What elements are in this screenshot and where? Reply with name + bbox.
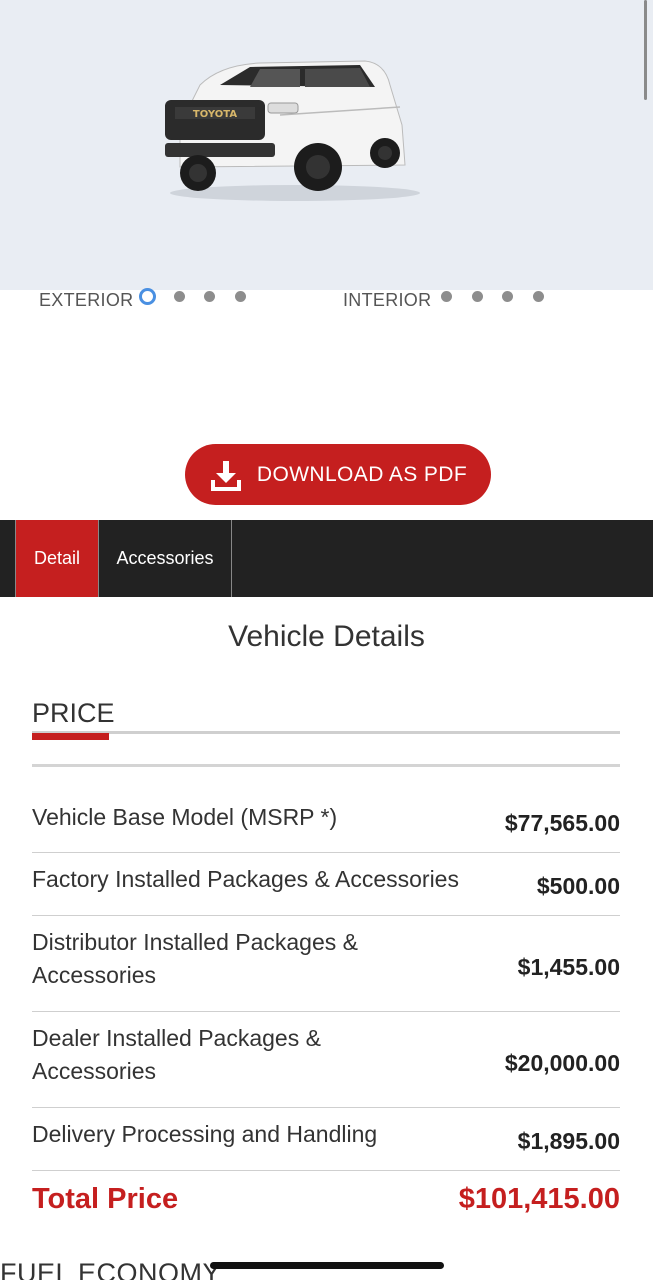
price-section-heading: PRICE (32, 698, 115, 728)
interior-dot-1[interactable] (441, 291, 452, 302)
interior-label[interactable]: INTERIOR (343, 290, 431, 311)
price-row-label: Delivery Processing and Handling (32, 1121, 378, 1147)
total-price-label: Total Price (32, 1183, 179, 1215)
price-row-distributor-packages: Distributor Installed Packages & Accesso… (32, 916, 620, 1012)
download-icon (210, 460, 241, 491)
interior-dot-4[interactable] (533, 291, 544, 302)
price-row-label: Factory Installed Packages & Accessories (32, 866, 459, 892)
price-row-factory-packages: Factory Installed Packages & Accessories… (32, 853, 620, 916)
price-row-value: $1,455.00 (517, 954, 620, 980)
price-row-label: Dealer Installed Packages & Accessories (32, 1025, 321, 1084)
gallery-view-selector: EXTERIOR INTERIOR (0, 282, 653, 322)
tab-accessories[interactable]: Accessories (99, 520, 232, 597)
scrollbar[interactable] (644, 0, 647, 100)
price-row-value: $20,000.00 (504, 1050, 620, 1076)
price-row-dealer-packages: Dealer Installed Packages & Accessories … (32, 1012, 620, 1108)
total-price-row: Total Price $101,415.00 (32, 1183, 620, 1223)
page-title: Vehicle Details (228, 620, 425, 653)
price-row-delivery: Delivery Processing and Handling $1,895.… (32, 1108, 620, 1171)
interior-dot-3[interactable] (502, 291, 513, 302)
price-section-accent-bar (32, 733, 109, 740)
price-section-divider (32, 731, 620, 734)
download-pdf-label: DOWNLOAD AS PDF (256, 462, 468, 486)
total-price-value: $101,415.00 (458, 1183, 620, 1215)
exterior-label[interactable]: EXTERIOR (39, 290, 133, 311)
price-row-value: $500.00 (536, 873, 620, 899)
price-row-value: $77,565.00 (504, 810, 620, 836)
home-indicator[interactable] (210, 1262, 444, 1269)
exterior-dot-4[interactable] (235, 291, 246, 302)
exterior-dot-3[interactable] (204, 291, 215, 302)
vehicle-image-gallery[interactable]: TOYOTA (0, 0, 653, 290)
price-row-base-model: Vehicle Base Model (MSRP *) $77,565.00 (32, 767, 620, 853)
interior-dot-2[interactable] (472, 291, 483, 302)
price-row-label: Vehicle Base Model (MSRP *) (32, 804, 338, 830)
exterior-dot-2[interactable] (174, 291, 185, 302)
exterior-dot-1[interactable] (139, 288, 156, 305)
detail-tabs: Detail Accessories (0, 520, 653, 597)
download-pdf-button[interactable]: DOWNLOAD AS PDF (185, 444, 491, 505)
price-row-label: Distributor Installed Packages & Accesso… (32, 929, 358, 988)
fuel-economy-heading: FUEL ECONOMY (0, 1258, 222, 1280)
tab-detail[interactable]: Detail (15, 520, 99, 597)
vehicle-image: TOYOTA (165, 60, 420, 201)
car-badge-text: TOYOTA (193, 109, 237, 120)
price-row-value: $1,895.00 (517, 1128, 620, 1154)
